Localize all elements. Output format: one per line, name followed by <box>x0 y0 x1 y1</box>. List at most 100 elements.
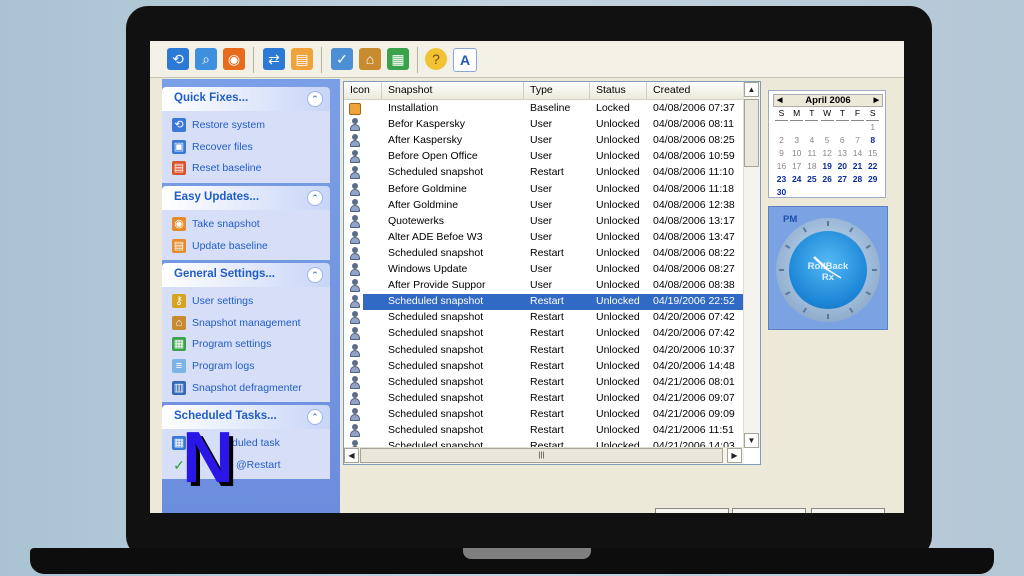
calendar-day[interactable]: 21 <box>851 160 864 173</box>
scroll-down-button[interactable]: ▼ <box>744 433 759 448</box>
sidebar-item-take-snapshot[interactable]: ◉ Take snapshot <box>162 214 330 236</box>
calendar-day[interactable]: 5 <box>821 134 834 147</box>
calendar-day[interactable]: 4 <box>805 134 818 147</box>
calendar-day[interactable]: 2 <box>775 134 788 147</box>
cell-type: Restart <box>530 166 564 179</box>
column-header-status[interactable]: Status <box>590 82 647 99</box>
table-row[interactable]: Scheduled snapshot Restart Unlocked 04/20/2… <box>344 310 744 326</box>
calendar-day[interactable]: 24 <box>790 173 803 186</box>
calendar-day[interactable]: 25 <box>805 173 818 186</box>
dialog-button[interactable] <box>811 508 885 513</box>
calendar-day[interactable]: 12 <box>821 147 834 160</box>
dialog-button[interactable] <box>655 508 729 513</box>
calendar-day[interactable]: 16 <box>775 160 788 173</box>
scroll-thumb[interactable]: ||| <box>360 448 723 463</box>
calendar-day[interactable]: 1 <box>866 121 879 134</box>
table-row[interactable]: Befor Kaspersky User Unlocked 04/08/2006 08… <box>344 117 744 133</box>
sidebar-item-program-settings[interactable]: ▦ Program settings <box>162 334 330 356</box>
calendar-day[interactable]: 22 <box>866 160 879 173</box>
next-month-icon[interactable]: ▶ <box>874 95 879 106</box>
table-row[interactable]: Scheduled snapshot Restart Unlocked 04/08/2… <box>344 246 744 262</box>
column-header-type[interactable]: Type <box>524 82 590 99</box>
group-header[interactable]: Scheduled Tasks... ⌃ <box>162 405 330 429</box>
chevron-up-icon[interactable]: ⌃ <box>307 267 323 283</box>
sidebar-item-update-baseline[interactable]: ▤ Update baseline <box>162 236 330 258</box>
sidebar-item-snapshot-defragmenter[interactable]: ▥ Snapshot defragmenter <box>162 378 330 400</box>
table-row[interactable]: Installation Baseline Locked 04/08/2006 07:… <box>344 101 744 117</box>
calendar-day[interactable]: 20 <box>836 160 849 173</box>
calendar-day[interactable]: 14 <box>851 147 864 160</box>
cell-status: Unlocked <box>596 134 640 147</box>
calendar-day[interactable]: 19 <box>821 160 834 173</box>
table-row[interactable]: Scheduled snapshot Restart Unlocked 04/21/2… <box>344 391 744 407</box>
sidebar-item-snapshot-management[interactable]: ⌂ Snapshot management <box>162 313 330 335</box>
chevron-up-icon[interactable]: ⌃ <box>307 91 323 107</box>
sidebar-item-reset-baseline[interactable]: ▤ Reset baseline <box>162 158 330 180</box>
calendar-day[interactable]: 29 <box>866 173 879 186</box>
column-header-created[interactable]: Created <box>647 82 744 99</box>
horizontal-scrollbar[interactable]: ◀ ||| ▶ <box>344 447 744 464</box>
group-header[interactable]: Easy Updates... ⌃ <box>162 186 330 210</box>
table-row[interactable]: After Provide Suppor User Unlocked 04/08/20… <box>344 278 744 294</box>
sidebar-item-user-settings[interactable]: ⚷ User settings <box>162 291 330 313</box>
group-header[interactable]: General Settings... ⌃ <box>162 263 330 287</box>
column-header-icon[interactable]: Icon <box>344 82 382 99</box>
table-row[interactable]: Windows Update User Unlocked 04/08/2006 08:… <box>344 262 744 278</box>
restore-icon[interactable]: ⟲ <box>167 48 189 70</box>
table-row[interactable]: Scheduled snapshot Restart Unlocked 04/21/2… <box>344 407 744 423</box>
scroll-left-button[interactable]: ◀ <box>344 448 359 463</box>
calendar-day[interactable]: 8 <box>866 134 879 147</box>
table-row[interactable]: Before Goldmine User Unlocked 04/08/2006 11… <box>344 182 744 198</box>
calendar-day[interactable]: 15 <box>866 147 879 160</box>
table-row[interactable]: After Kaspersky User Unlocked 04/08/2006 08… <box>344 133 744 149</box>
cell-status: Unlocked <box>596 375 640 388</box>
table-row[interactable]: Scheduled snapshot Restart Unlocked 04/20/2… <box>344 359 744 375</box>
table-row[interactable]: Scheduled snapshot Restart Unlocked 04/21/2… <box>344 375 744 391</box>
prev-month-icon[interactable]: ◀ <box>777 95 782 106</box>
font-icon[interactable]: A <box>453 48 477 72</box>
table-row[interactable]: Scheduled snapshot Restart Unlocked 04/20/2… <box>344 326 744 342</box>
dialog-button[interactable] <box>732 508 806 513</box>
calendar-day[interactable]: 23 <box>775 173 788 186</box>
table-row[interactable]: Quotewerks User Unlocked 04/08/2006 13:17 <box>344 214 744 230</box>
scroll-up-button[interactable]: ▲ <box>744 82 759 97</box>
chevron-up-icon[interactable]: ⌃ <box>307 409 323 425</box>
calendar-day[interactable]: 26 <box>821 173 834 186</box>
calendar-day[interactable]: 18 <box>805 160 818 173</box>
export-icon[interactable]: ▤ <box>291 48 313 70</box>
help-icon[interactable]: ? <box>425 48 447 70</box>
sidebar-item-program-logs[interactable]: ≡ Program logs <box>162 356 330 378</box>
sidebar-item-recover-files[interactable]: ▣ Recover files <box>162 137 330 159</box>
table-row[interactable]: Scheduled snapshot Restart Unlocked 04/08/2… <box>344 165 744 181</box>
table-row[interactable]: After Goldmine User Unlocked 04/08/2006 12:… <box>344 198 744 214</box>
calendar-day[interactable]: 27 <box>836 173 849 186</box>
copy-icon[interactable]: ⇄ <box>263 48 285 70</box>
snapshot-icon[interactable]: ◉ <box>223 48 245 70</box>
search-icon[interactable]: ⌕ <box>195 48 217 70</box>
table-row[interactable]: Alter ADE Befoe W3 User Unlocked 04/08/2006… <box>344 230 744 246</box>
calendar-day[interactable]: 6 <box>836 134 849 147</box>
calendar-day[interactable]: 28 <box>851 173 864 186</box>
table-row[interactable]: Scheduled snapshot Restart Unlocked 04/21/2… <box>344 423 744 439</box>
chevron-up-icon[interactable]: ⌃ <box>307 190 323 206</box>
vertical-scrollbar[interactable]: ▲ ▼ <box>743 82 760 448</box>
schedule-icon[interactable]: ✓ <box>331 48 353 70</box>
calendar-day[interactable]: 17 <box>790 160 803 173</box>
scroll-thumb[interactable] <box>744 99 759 167</box>
calendar-day[interactable]: 10 <box>790 147 803 160</box>
sidebar-item-restore-system[interactable]: ⟲ Restore system <box>162 115 330 137</box>
home-icon[interactable]: ⌂ <box>359 48 381 70</box>
table-row[interactable]: Scheduled snapshot Restart Unlocked 04/19/2… <box>344 294 744 311</box>
calendar-day[interactable]: 30 <box>775 186 788 199</box>
column-header-snapshot[interactable]: Snapshot <box>382 82 524 99</box>
table-row[interactable]: Before Open Office User Unlocked 04/08/2006… <box>344 149 744 165</box>
calendar-day[interactable]: 13 <box>836 147 849 160</box>
calendar-day[interactable]: 3 <box>790 134 803 147</box>
table-row[interactable]: Scheduled snapshot Restart Unlocked 04/20/2… <box>344 343 744 359</box>
settings-icon[interactable]: ▦ <box>387 48 409 70</box>
calendar-day[interactable]: 7 <box>851 134 864 147</box>
calendar-day[interactable]: 9 <box>775 147 788 160</box>
scroll-right-button[interactable]: ▶ <box>727 448 742 463</box>
group-header[interactable]: Quick Fixes... ⌃ <box>162 87 330 111</box>
calendar-day[interactable]: 11 <box>805 147 818 160</box>
